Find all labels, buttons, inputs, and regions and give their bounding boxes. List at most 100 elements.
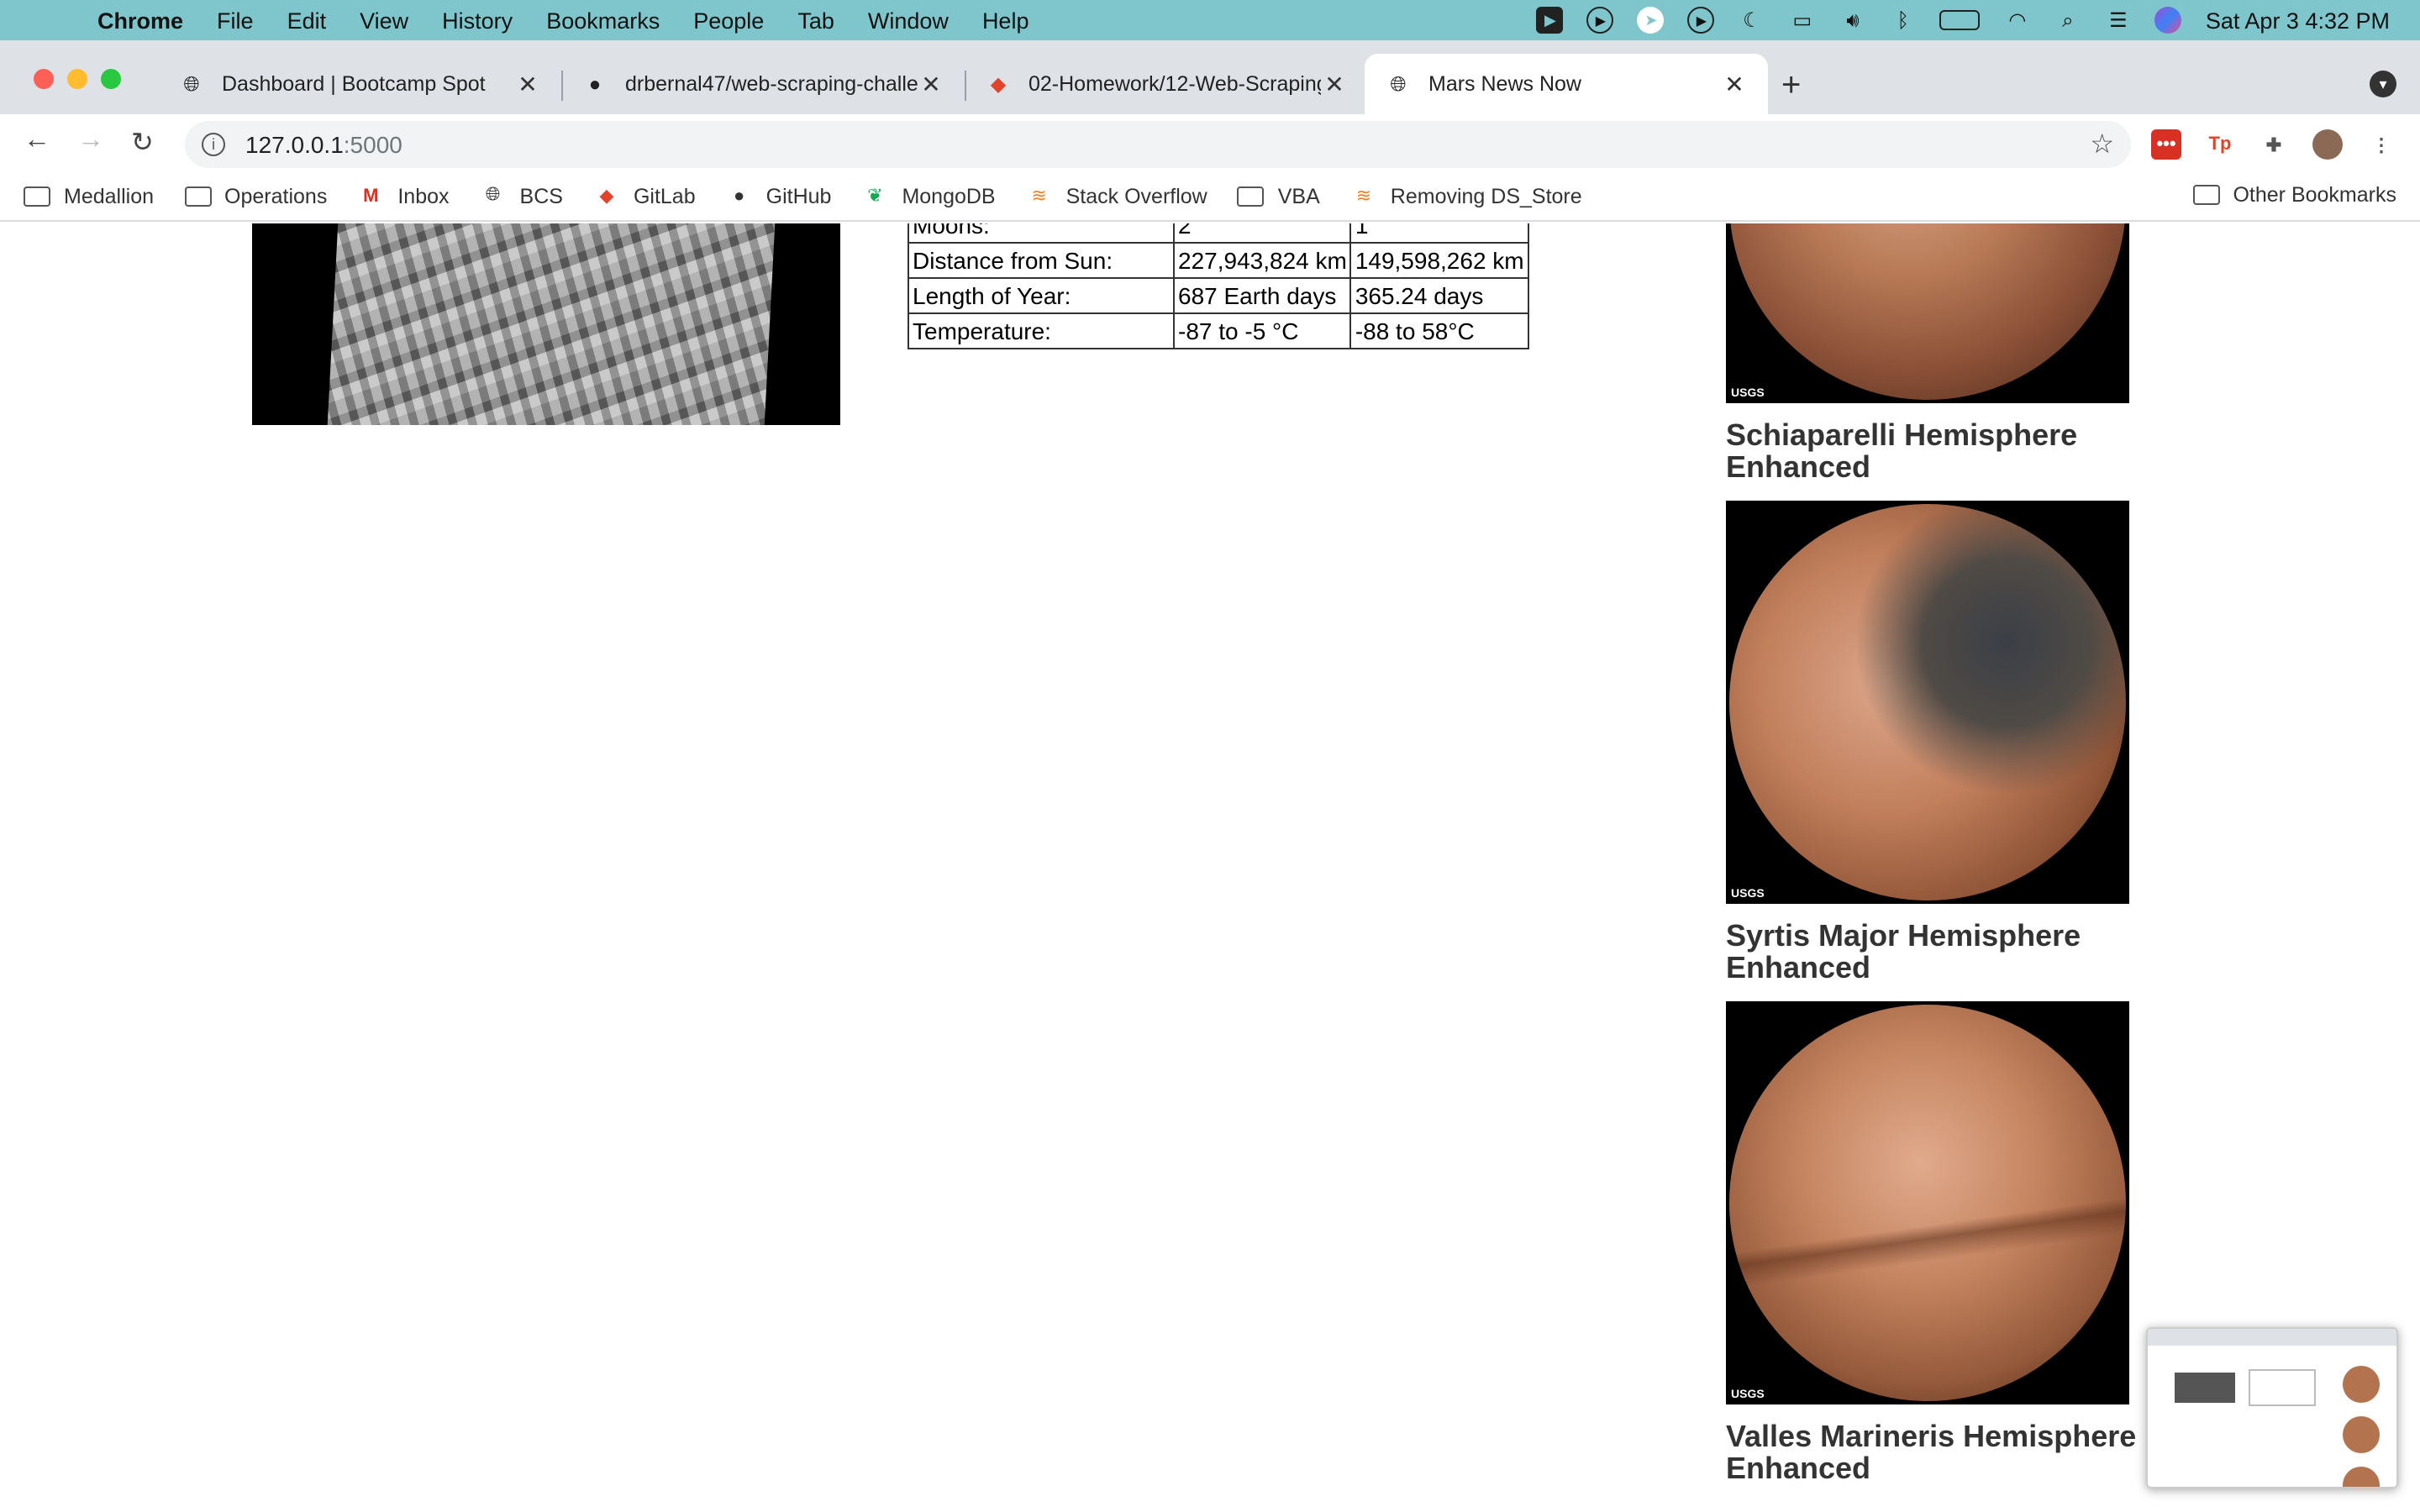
close-tab-icon[interactable]: ✕ [1721, 70, 1748, 98]
bluetooth-icon[interactable]: ᛒ [1890, 7, 1917, 34]
folder-icon [2192, 183, 2220, 207]
menubar-clock[interactable]: Sat Apr 3 4:32 PM [2206, 8, 2390, 33]
mongodb-icon: ❦ [867, 186, 883, 207]
zoom-icon[interactable]: ▶ [1536, 7, 1564, 34]
screen-recorder-icon[interactable]: ▶ [1586, 7, 1614, 34]
menu-people[interactable]: People [693, 8, 764, 33]
bookmark-label: GitLab [633, 184, 696, 207]
hemisphere-image-schiaparelli: USGS [1726, 223, 2129, 403]
status-icons: ▶ ▶ ➤ ▶ ☾ ▭ 🔊︎ ᛒ ◠ ⌕ ☰ Sat Apr 3 4:32 PM [1536, 0, 2390, 40]
address-bar[interactable]: i 127.0.0.1:5000 ☆ [185, 121, 2131, 168]
siri-icon[interactable] [2154, 7, 2182, 34]
bookmark-operations[interactable]: Operations [184, 184, 327, 207]
hemisphere-title: Syrtis Major Hemisphere Enhanced [1726, 919, 2081, 984]
gitlab-icon: ◆ [599, 186, 614, 207]
display-icon[interactable]: ▭ [1789, 7, 1816, 34]
tab-mars-news-now[interactable]: 🌐︎ Mars News Now ✕ [1365, 54, 1768, 114]
tab-github[interactable]: ● drbernal47/web-scraping-challenge ✕ [561, 54, 965, 114]
bookmark-label: BCS [519, 184, 563, 207]
menu-app-chrome[interactable]: Chrome [97, 8, 183, 33]
apple-icon[interactable] [30, 2, 67, 39]
reload-button[interactable]: ↻ [131, 126, 154, 160]
menu-help[interactable]: Help [982, 8, 1029, 33]
bookmark-gitlab[interactable]: ◆ GitLab [593, 184, 696, 207]
extensions-puzzle-icon[interactable]: ✚ [2259, 129, 2289, 160]
mars-facts-table: Moons: 2 1 Distance from Sun: 227,943,82… [908, 223, 1529, 349]
other-bookmarks[interactable]: Other Bookmarks [2192, 183, 2396, 207]
mars-globe [1729, 223, 2126, 400]
thumbnail-image [2175, 1373, 2235, 1403]
github-icon: ● [588, 72, 602, 96]
bookmark-star-icon[interactable]: ☆ [2090, 128, 2114, 161]
extension-lastpass-icon[interactable]: ••• [2151, 129, 2181, 160]
forward-button[interactable]: → [77, 126, 104, 156]
tab-search-icon[interactable]: ▾ [2370, 71, 2396, 97]
back-button[interactable]: ← [24, 126, 50, 156]
bookmark-label: VBA [1277, 184, 1320, 207]
featured-image [252, 223, 840, 425]
hemispheres-column: USGS Schiaparelli Hemisphere Enhanced US… [1726, 223, 2146, 1502]
profile-avatar[interactable] [2312, 129, 2343, 160]
telegram-icon[interactable]: ➤ [1637, 7, 1665, 34]
extension-tp-icon[interactable]: Tp [2205, 129, 2235, 160]
table-cell: 227,943,824 km [1172, 242, 1352, 279]
tab-title: Dashboard | Bootcamp Spot [222, 72, 486, 96]
menu-edit[interactable]: Edit [287, 8, 327, 33]
battery-icon[interactable] [1939, 10, 1981, 30]
bookmark-label: Medallion [64, 184, 155, 207]
table-cell: Temperature: [908, 312, 1175, 349]
bookmark-label: Operations [224, 184, 328, 207]
tab-gitlab[interactable]: ◆ 02-Homework/12-Web-Scraping ✕ [965, 54, 1368, 114]
close-window-button[interactable] [34, 69, 54, 89]
menu-tab[interactable]: Tab [797, 8, 834, 33]
globe-icon: 🌐︎ [485, 185, 501, 205]
page-content: Moons: 2 1 Distance from Sun: 227,943,82… [0, 223, 2420, 1512]
usgs-logo: USGS [1731, 388, 1765, 400]
folder-icon [184, 184, 212, 207]
new-tab-button[interactable]: + [1781, 67, 1801, 106]
bookmark-vba[interactable]: VBA [1237, 184, 1320, 207]
window-controls [34, 69, 121, 89]
table-cell: Distance from Sun: [908, 242, 1175, 279]
minimize-window-button[interactable] [67, 69, 87, 89]
control-center-icon[interactable]: ☰ [2105, 7, 2132, 34]
volume-icon[interactable]: 🔊︎ [1839, 7, 1866, 34]
zoom-window-button[interactable] [101, 69, 121, 89]
bookmark-stack-overflow[interactable]: ≋ Stack Overflow [1026, 184, 1207, 207]
thumbnail-planet [2343, 1366, 2380, 1403]
bookmark-label: GitHub [765, 184, 832, 207]
bookmark-bcs[interactable]: 🌐︎ BCS [480, 184, 563, 207]
table-cell: Moons: [908, 223, 1175, 244]
thumbnail-toolbar [2148, 1329, 2396, 1346]
table-cell: 2 [1172, 223, 1352, 244]
table-row: Length of Year: 687 Earth days 365.24 da… [908, 277, 1529, 314]
macos-menubar: Chrome File Edit View History Bookmarks … [0, 0, 2420, 40]
menu-view[interactable]: View [360, 8, 408, 33]
screenshot-thumbnail[interactable] [2146, 1327, 2398, 1488]
hemisphere-title: Schiaparelli Hemisphere Enhanced [1726, 418, 2078, 484]
bookmark-github[interactable]: ● GitHub [726, 184, 832, 207]
menu-bookmarks[interactable]: Bookmarks [546, 8, 660, 33]
close-tab-icon[interactable]: ✕ [514, 70, 541, 98]
play-icon[interactable]: ▶ [1687, 7, 1715, 34]
stackoverflow-icon: ≋ [1355, 186, 1371, 207]
menu-file[interactable]: File [217, 8, 254, 33]
spotlight-search-icon[interactable]: ⌕ [2054, 7, 2081, 34]
moon-icon[interactable]: ☾ [1739, 7, 1765, 34]
wifi-icon[interactable]: ◠ [2004, 7, 2031, 34]
bookmark-medallion[interactable]: Medallion [24, 184, 154, 207]
tab-title: 02-Homework/12-Web-Scraping [1028, 72, 1321, 96]
gmail-icon: M [363, 186, 379, 206]
table-row: Distance from Sun: 227,943,824 km 149,59… [908, 242, 1529, 279]
chrome-menu-icon[interactable]: ⋮ [2366, 129, 2396, 160]
tab-dashboard[interactable]: 🌐︎ Dashboard | Bootcamp Spot ✕ [158, 54, 561, 114]
close-tab-icon[interactable]: ✕ [1321, 70, 1348, 98]
close-tab-icon[interactable]: ✕ [918, 70, 944, 98]
url-port: :5000 [343, 131, 402, 158]
bookmark-removing-ds-store[interactable]: ≋ Removing DS_Store [1350, 184, 1582, 207]
bookmark-inbox[interactable]: M Inbox [357, 184, 449, 207]
bookmark-mongodb[interactable]: ❦ MongoDB [861, 184, 995, 207]
site-info-icon[interactable]: i [202, 133, 225, 156]
menu-window[interactable]: Window [868, 8, 949, 33]
menu-history[interactable]: History [442, 8, 513, 33]
